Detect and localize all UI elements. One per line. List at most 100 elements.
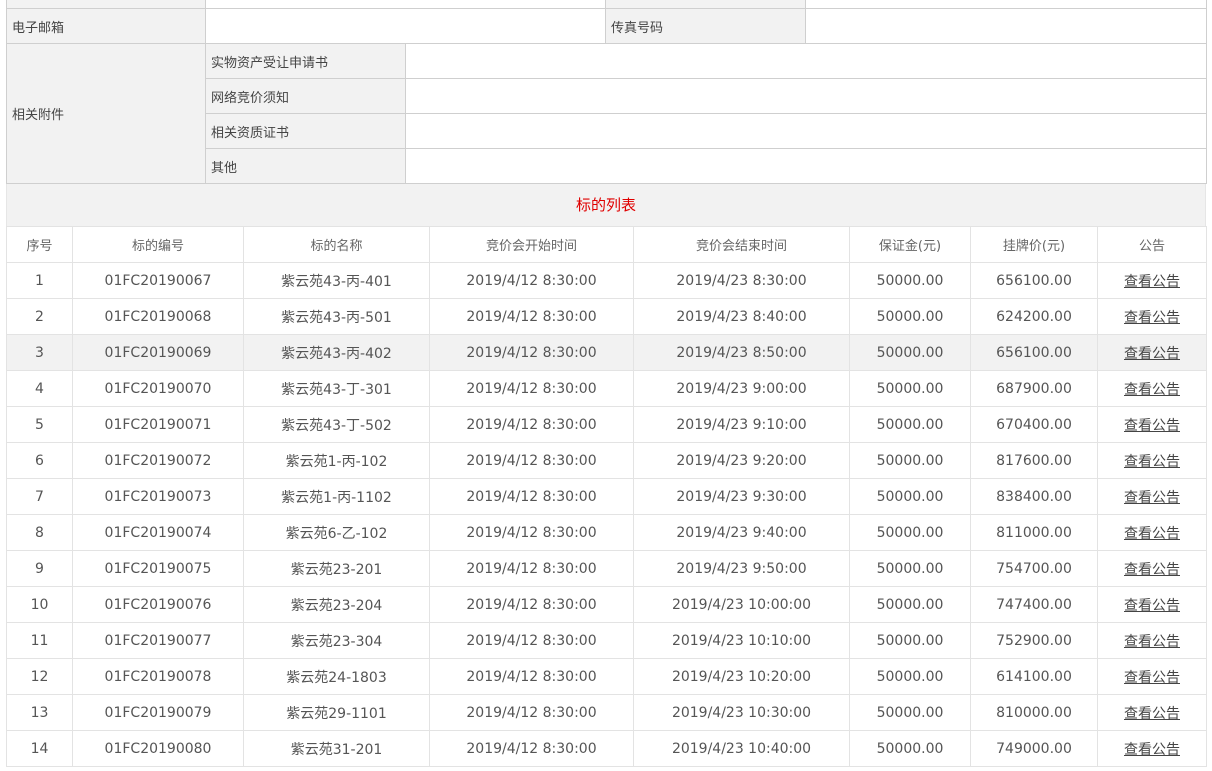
cell-name: 紫云苑23-204 [243, 586, 430, 623]
cell-name: 紫云苑6-乙-102 [243, 514, 430, 551]
cell-price: 656100.00 [970, 262, 1098, 299]
view-notice-link[interactable]: 查看公告 [1124, 382, 1180, 398]
cell-no: 11 [6, 622, 73, 659]
view-notice-link[interactable]: 查看公告 [1124, 346, 1180, 362]
cell-deposit: 50000.00 [849, 586, 971, 623]
cell-code: 01FC20190069 [72, 334, 244, 371]
view-notice-link[interactable]: 查看公告 [1124, 670, 1180, 686]
cell-start-time: 2019/4/12 8:30:00 [429, 370, 634, 407]
cell-no: 12 [6, 658, 73, 695]
table-row: 5 01FC20190071 紫云苑43-丁-502 2019/4/12 8:30:0… [6, 406, 1207, 443]
email-field[interactable] [205, 8, 606, 44]
cell-no: 9 [6, 550, 73, 587]
cell-price: 810000.00 [970, 694, 1098, 731]
cell-name: 紫云苑43-丁-301 [243, 370, 430, 407]
fax-field[interactable] [805, 8, 1207, 44]
lot-list-table: 序号 标的编号 标的名称 竞价会开始时间 竞价会结束时间 保证金(元) 挂牌价(… [6, 226, 1207, 767]
cell-name: 紫云苑23-201 [243, 550, 430, 587]
attachment-field[interactable] [405, 113, 1207, 149]
table-row: 6 01FC20190072 紫云苑1-丙-102 2019/4/12 8:30:00… [6, 442, 1207, 479]
cell-code: 01FC20190070 [72, 370, 244, 407]
cell-code: 01FC20190071 [72, 406, 244, 443]
cell-notice: 查看公告 [1097, 586, 1207, 623]
cell-notice: 查看公告 [1097, 370, 1207, 407]
view-notice-link[interactable]: 查看公告 [1124, 598, 1180, 614]
cell-no: 8 [6, 514, 73, 551]
cell-end-time: 2019/4/23 9:40:00 [633, 514, 850, 551]
cell-price: 749000.00 [970, 730, 1098, 767]
cell-start-time: 2019/4/12 8:30:00 [429, 730, 634, 767]
cell-no: 6 [6, 442, 73, 479]
table-row: 10 01FC20190076 紫云苑23-204 2019/4/12 8:30:00… [6, 586, 1207, 623]
sliver-label-cell [6, 0, 206, 9]
cell-code: 01FC20190075 [72, 550, 244, 587]
cell-no: 10 [6, 586, 73, 623]
view-notice-link[interactable]: 查看公告 [1124, 274, 1180, 290]
cell-code: 01FC20190079 [72, 694, 244, 731]
table-row: 3 01FC20190069 紫云苑43-丙-402 2019/4/12 8:30:0… [6, 334, 1207, 371]
view-notice-link[interactable]: 查看公告 [1124, 526, 1180, 542]
form-row-email-fax: 电子邮箱 传真号码 [6, 8, 1207, 44]
cell-notice: 查看公告 [1097, 514, 1207, 551]
cell-end-time: 2019/4/23 10:10:00 [633, 622, 850, 659]
view-notice-link[interactable]: 查看公告 [1124, 706, 1180, 722]
view-notice-link[interactable]: 查看公告 [1124, 490, 1180, 506]
view-notice-link[interactable]: 查看公告 [1124, 418, 1180, 434]
cell-price: 624200.00 [970, 298, 1098, 335]
view-notice-link[interactable]: 查看公告 [1124, 310, 1180, 326]
cell-deposit: 50000.00 [849, 694, 971, 731]
column-header-price: 挂牌价(元) [970, 226, 1098, 263]
cell-end-time: 2019/4/23 10:30:00 [633, 694, 850, 731]
list-title: 标的列表 [6, 184, 1206, 226]
view-notice-link[interactable]: 查看公告 [1124, 634, 1180, 650]
cell-deposit: 50000.00 [849, 262, 971, 299]
cell-end-time: 2019/4/23 10:40:00 [633, 730, 850, 767]
cell-no: 4 [6, 370, 73, 407]
cell-end-time: 2019/4/23 8:50:00 [633, 334, 850, 371]
cell-end-time: 2019/4/23 9:10:00 [633, 406, 850, 443]
cell-no: 5 [6, 406, 73, 443]
cell-notice: 查看公告 [1097, 334, 1207, 371]
column-header-code: 标的编号 [72, 226, 244, 263]
view-notice-link[interactable]: 查看公告 [1124, 454, 1180, 470]
column-header-notice: 公告 [1097, 226, 1207, 263]
sliver-value-cell [205, 0, 606, 9]
cell-name: 紫云苑1-丙-102 [243, 442, 430, 479]
cell-no: 3 [6, 334, 73, 371]
cell-code: 01FC20190077 [72, 622, 244, 659]
cell-notice: 查看公告 [1097, 262, 1207, 299]
cell-notice: 查看公告 [1097, 694, 1207, 731]
cell-name: 紫云苑31-201 [243, 730, 430, 767]
cell-start-time: 2019/4/12 8:30:00 [429, 550, 634, 587]
attachment-label: 相关资质证书 [205, 113, 406, 149]
table-row: 7 01FC20190073 紫云苑1-丙-1102 2019/4/12 8:30:0… [6, 478, 1207, 515]
cell-notice: 查看公告 [1097, 406, 1207, 443]
cell-code: 01FC20190072 [72, 442, 244, 479]
cell-deposit: 50000.00 [849, 550, 971, 587]
cell-price: 838400.00 [970, 478, 1098, 515]
cell-price: 614100.00 [970, 658, 1098, 695]
sliver-value-cell-2 [805, 0, 1207, 9]
attachment-label: 网络竞价须知 [205, 78, 406, 114]
column-header-start-time: 竞价会开始时间 [429, 226, 634, 263]
attachment-field[interactable] [405, 43, 1207, 79]
cell-name: 紫云苑1-丙-1102 [243, 478, 430, 515]
attachment-field[interactable] [405, 148, 1207, 184]
cell-start-time: 2019/4/12 8:30:00 [429, 262, 634, 299]
column-header-name: 标的名称 [243, 226, 430, 263]
table-header-row: 序号 标的编号 标的名称 竞价会开始时间 竞价会结束时间 保证金(元) 挂牌价(… [6, 226, 1207, 263]
fax-label: 传真号码 [605, 8, 806, 44]
table-row: 14 01FC20190080 紫云苑31-201 2019/4/12 8:30:00… [6, 730, 1207, 767]
attachment-field[interactable] [405, 78, 1207, 114]
cell-price: 656100.00 [970, 334, 1098, 371]
view-notice-link[interactable]: 查看公告 [1124, 562, 1180, 578]
cell-deposit: 50000.00 [849, 730, 971, 767]
view-notice-link[interactable]: 查看公告 [1124, 742, 1180, 758]
application-form-table: 电子邮箱 传真号码 相关附件 实物资产受让申请书 网络竞价须知 相关资质证书 其… [6, 0, 1207, 184]
cell-end-time: 2019/4/23 9:20:00 [633, 442, 850, 479]
cell-deposit: 50000.00 [849, 334, 971, 371]
cell-start-time: 2019/4/12 8:30:00 [429, 406, 634, 443]
cell-name: 紫云苑43-丙-401 [243, 262, 430, 299]
cell-start-time: 2019/4/12 8:30:00 [429, 514, 634, 551]
cell-name: 紫云苑29-1101 [243, 694, 430, 731]
